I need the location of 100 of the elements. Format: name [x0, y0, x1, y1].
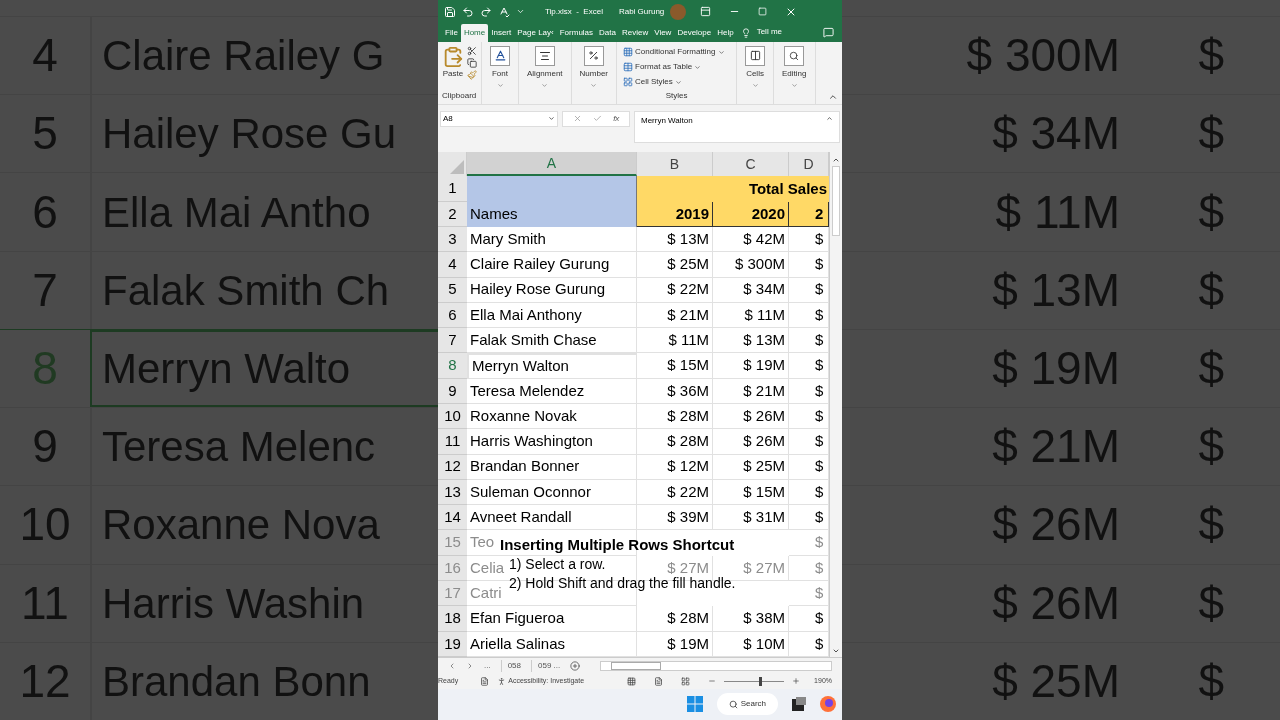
table-cell[interactable]: $ 26M: [713, 404, 789, 430]
table-cell[interactable]: $ 27M: [743, 556, 785, 580]
table-cell[interactable]: $ 28M: [637, 404, 713, 430]
comments-icon[interactable]: [823, 26, 834, 38]
next-sheet-icon[interactable]: [466, 661, 474, 670]
normal-view-icon[interactable]: [627, 676, 637, 686]
table-cell[interactable]: $ 31M: [713, 505, 789, 531]
row-header[interactable]: 7: [438, 328, 467, 354]
ribbon-display-icon[interactable]: [700, 6, 712, 18]
table-cell[interactable]: Avneet Randall: [467, 505, 637, 531]
row-header[interactable]: 14: [438, 505, 467, 531]
scrollbar-thumb[interactable]: [832, 166, 840, 237]
insert-function-button[interactable]: fx: [613, 112, 620, 125]
styles-menu-button[interactable]: Cell Styles: [623, 74, 731, 90]
table-cell[interactable]: Efan Figueroa: [467, 606, 637, 632]
ribbon-tab[interactable]: File: [442, 23, 461, 42]
ribbon-tab[interactable]: Help: [714, 23, 737, 42]
table-cell[interactable]: Catri: [470, 581, 502, 605]
table-cell[interactable]: $ 21M: [637, 302, 713, 329]
horizontal-scrollbar[interactable]: [600, 660, 832, 671]
app-icon[interactable]: [792, 697, 806, 712]
formula-field[interactable]: Merryn Walton: [634, 110, 840, 143]
name-box[interactable]: A8: [440, 110, 558, 127]
cells-button[interactable]: Cells: [741, 45, 770, 89]
row-header[interactable]: 18: [438, 606, 467, 632]
format-painter-icon[interactable]: [467, 69, 477, 80]
add-sheet-icon[interactable]: [570, 660, 581, 671]
zoom-in-icon[interactable]: [792, 677, 801, 686]
ribbon-tab[interactable]: Home: [460, 23, 489, 42]
table-cell[interactable]: Ella Mai Anthony: [467, 302, 637, 329]
table-cell[interactable]: $ 19M: [637, 631, 713, 657]
row-header[interactable]: 1: [438, 176, 467, 202]
ribbon-tab[interactable]: Data: [596, 23, 619, 42]
spelling-icon[interactable]: [498, 5, 510, 18]
ribbon-tab[interactable]: View: [651, 23, 675, 42]
table-cell[interactable]: Claire Railey Gurung: [467, 252, 637, 278]
row-header[interactable]: 5: [438, 277, 467, 303]
maximize-icon[interactable]: [758, 7, 768, 17]
table-cell[interactable]: $: [815, 531, 824, 554]
ribbon-tab[interactable]: Insert: [488, 23, 515, 42]
windows-logo-icon[interactable]: [686, 696, 703, 713]
browser-icon[interactable]: [820, 696, 836, 713]
table-cell[interactable]: Merryn Walton: [467, 353, 637, 379]
more-sheets-button[interactable]: ...: [484, 659, 491, 672]
row-header[interactable]: 19: [438, 631, 467, 657]
table-cell[interactable]: Suleman Oconnor: [467, 479, 637, 506]
table-cell[interactable]: $ 26M: [713, 429, 789, 455]
previous-sheet-icon[interactable]: [448, 661, 456, 670]
ribbon-tab[interactable]: Page Lay‹: [514, 23, 557, 42]
table-cell[interactable]: $ 36M: [637, 378, 713, 404]
cut-icon[interactable]: [467, 45, 477, 56]
table-cell[interactable]: $ 11M: [637, 328, 713, 354]
redo-icon[interactable]: [480, 5, 492, 18]
table-cell[interactable]: $ 15M: [713, 479, 789, 506]
alignment-button[interactable]: Alignment: [523, 45, 567, 89]
table-cell[interactable]: $: [815, 581, 824, 605]
table-cell[interactable]: Brandan Bonner: [467, 454, 637, 480]
row-header[interactable]: 6: [438, 302, 467, 329]
table-cell[interactable]: $ 13M: [637, 226, 713, 253]
row-header[interactable]: 11: [438, 429, 467, 455]
undo-icon[interactable]: [462, 5, 474, 18]
page-layout-icon[interactable]: [654, 676, 664, 686]
table-cell[interactable]: $ 34M: [713, 277, 789, 303]
zoom-slider-thumb[interactable]: [758, 676, 762, 686]
table-cell[interactable]: $ 13M: [713, 328, 789, 354]
number-button[interactable]: Number: [575, 45, 613, 89]
sheet-tab[interactable]: 058: [500, 659, 522, 672]
row-header[interactable]: 12: [438, 454, 467, 480]
font-button[interactable]: Font: [486, 45, 514, 89]
table-cell[interactable]: $ 15M: [637, 353, 713, 379]
table-cell[interactable]: $ 22M: [637, 479, 713, 506]
table-cell[interactable]: Hailey Rose Gurung: [467, 277, 637, 303]
table-cell[interactable]: $ 25M: [637, 252, 713, 278]
table-cell[interactable]: Ariella Salinas: [467, 631, 637, 657]
table-cell[interactable]: $ 21M: [713, 378, 789, 404]
row-header[interactable]: 9: [438, 378, 467, 404]
paste-button[interactable]: Paste: [442, 45, 464, 80]
column-header[interactable]: A: [467, 152, 637, 177]
copy-icon[interactable]: [467, 57, 477, 68]
vertical-scrollbar[interactable]: [829, 152, 842, 657]
editing-button[interactable]: Editing: [778, 45, 811, 89]
table-cell[interactable]: $ 28M: [637, 606, 713, 632]
save-icon[interactable]: [444, 5, 456, 18]
row-header[interactable]: 4: [438, 252, 467, 278]
macro-icon[interactable]: [480, 676, 490, 686]
table-cell[interactable]: $ 10M: [713, 631, 789, 657]
table-cell[interactable]: Harris Washington: [467, 429, 637, 455]
tell-me-field[interactable]: Tell me: [756, 25, 782, 38]
table-cell[interactable]: $ 38M: [713, 606, 789, 632]
table-cell[interactable]: $ 11M: [713, 302, 789, 329]
table-cell[interactable]: $ 42M: [713, 226, 789, 253]
styles-menu-button[interactable]: Format as Table: [623, 59, 731, 75]
row-header[interactable]: 3: [438, 226, 467, 253]
table-cell[interactable]: $ 25M: [713, 454, 789, 480]
page-break-icon[interactable]: [681, 676, 691, 686]
table-cell[interactable]: Roxanne Novak: [467, 404, 637, 430]
row-header[interactable]: 10: [438, 404, 467, 430]
row-header[interactable]: 13: [438, 479, 467, 506]
table-cell[interactable]: $: [815, 556, 824, 580]
ribbon-tab[interactable]: Review: [618, 23, 652, 42]
